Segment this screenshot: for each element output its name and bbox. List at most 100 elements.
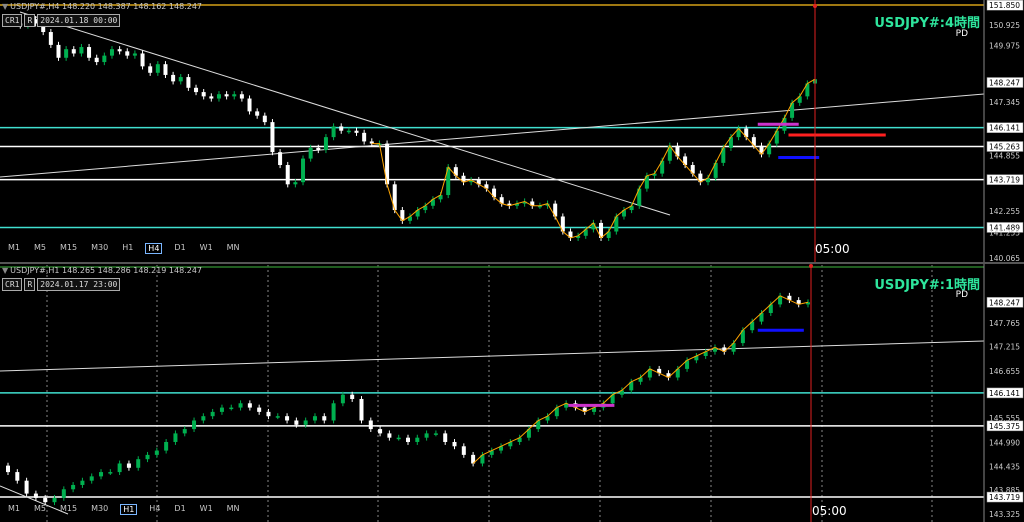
- price-axis-label: 144.990: [989, 438, 1020, 447]
- candle-body: [182, 429, 187, 434]
- tf-m1-button[interactable]: M1: [6, 504, 22, 515]
- tf-d1-button[interactable]: D1: [172, 504, 187, 515]
- candle-body: [178, 77, 183, 82]
- candle-body: [339, 126, 344, 131]
- r-button[interactable]: R: [24, 14, 36, 27]
- h4-chart-panel[interactable]: 151.850 150.925 149.975 148.247 147.345 146.1…: [0, 0, 1024, 262]
- h4-header-text: USDJPY#,H4 148.220 148.387 148.162 148.2…: [10, 2, 202, 11]
- h1-header: ▼ USDJPY#,H1 148.265 148.286 148.219 148.…: [2, 266, 202, 275]
- candle-body: [452, 441, 457, 447]
- candle-body: [210, 411, 215, 417]
- tf-h4-button[interactable]: H4: [145, 243, 163, 254]
- candle-body: [323, 137, 328, 151]
- candle-body: [155, 64, 160, 73]
- candle-body: [94, 57, 99, 63]
- cr1-button[interactable]: CR1: [2, 14, 23, 27]
- tf-m15-button[interactable]: M15: [58, 243, 79, 254]
- date-input[interactable]: 2024.01.18 00:00: [37, 14, 121, 27]
- h1-chart-panel[interactable]: 148.247 147.765 147.215 146.655 146.141 145.5…: [0, 264, 1024, 522]
- candle-body: [331, 126, 336, 138]
- candle-body: [461, 446, 466, 455]
- candle-body: [293, 182, 298, 185]
- price-axis-label: 145.375: [989, 422, 1020, 431]
- candle-body: [443, 433, 448, 442]
- tf-d1-button[interactable]: D1: [172, 243, 187, 254]
- tf-m5-button[interactable]: M5: [32, 504, 48, 515]
- tf-mn-button[interactable]: MN: [225, 504, 242, 515]
- r-button[interactable]: R: [24, 278, 36, 291]
- price-axis-label: 143.719: [989, 493, 1020, 502]
- h4-header: ▼ USDJPY#,H4 148.220 148.387 148.162 148.…: [2, 2, 202, 11]
- price-axis-label: 151.850: [989, 1, 1020, 10]
- h1-chart-canvas[interactable]: 148.247147.765147.215146.655146.141145.5…: [0, 264, 1024, 522]
- candle-body: [316, 147, 321, 151]
- candle-body: [255, 111, 260, 116]
- candle-body: [64, 49, 69, 58]
- tf-m30-button[interactable]: M30: [89, 504, 110, 515]
- candle-body: [387, 433, 392, 438]
- price-axis-label: 143.719: [989, 176, 1020, 185]
- price-axis-label: 144.435: [989, 462, 1020, 471]
- candle-body: [424, 433, 429, 438]
- candle-body: [312, 416, 317, 421]
- tf-h1-button[interactable]: H1: [120, 504, 138, 515]
- candle-body: [6, 465, 10, 473]
- h4-time-label: 05:00: [815, 242, 850, 256]
- candle-body: [396, 437, 401, 440]
- candle-body: [229, 407, 234, 410]
- tf-m15-button[interactable]: M15: [58, 504, 79, 515]
- candle-body: [350, 394, 355, 399]
- candle-body: [87, 47, 92, 58]
- candle-body: [145, 454, 150, 460]
- tf-mn-button[interactable]: MN: [225, 243, 242, 254]
- price-axis-label: 148.247: [989, 298, 1020, 307]
- price-axis-label: 146.655: [989, 367, 1020, 376]
- h1-time-label: 05:00: [812, 504, 847, 518]
- price-axis-label: 146.141: [989, 389, 1020, 398]
- collapse-triangle-icon[interactable]: ▼: [2, 266, 8, 275]
- candle-body: [266, 411, 271, 417]
- h4-chart-canvas[interactable]: 151.850 150.925 149.975 148.247 147.345 146.1…: [0, 0, 1024, 262]
- candle-body: [209, 96, 214, 99]
- tf-h1-button[interactable]: H1: [120, 243, 135, 254]
- tf-m30-button[interactable]: M30: [89, 243, 110, 254]
- tf-m5-button[interactable]: M5: [32, 243, 48, 254]
- price-axis-label: 147.765: [989, 319, 1020, 328]
- candle-body: [102, 55, 107, 63]
- candle-body: [232, 94, 237, 97]
- collapse-triangle-icon[interactable]: ▼: [2, 2, 8, 11]
- tf-w1-button[interactable]: W1: [198, 243, 215, 254]
- candle-body: [173, 433, 178, 442]
- trend-line: [0, 340, 985, 372]
- candle-body: [340, 394, 345, 404]
- candle-body: [239, 94, 244, 99]
- tf-h4-button[interactable]: H4: [147, 504, 162, 515]
- candle-body: [257, 407, 262, 412]
- price-axis-label: 146.141: [989, 124, 1020, 133]
- candle-body: [192, 420, 197, 430]
- price-axis-label: 142.255: [989, 207, 1020, 216]
- candle-body: [61, 489, 66, 498]
- candle-body: [308, 147, 313, 159]
- candle-body: [219, 407, 224, 412]
- h1-toolbar: CR1 R 2024.01.17 23:00: [2, 278, 121, 291]
- date-input[interactable]: 2024.01.17 23:00: [37, 278, 121, 291]
- cr1-button[interactable]: CR1: [2, 278, 23, 291]
- tf-m1-button[interactable]: M1: [6, 243, 22, 254]
- candle-body: [270, 122, 275, 153]
- candle-body: [117, 463, 122, 473]
- candle-body: [52, 497, 57, 503]
- candle-body: [24, 480, 29, 494]
- tf-w1-button[interactable]: W1: [198, 504, 215, 515]
- candle-body: [56, 44, 61, 58]
- price-axis-label: 143.325: [989, 510, 1020, 519]
- candle-body: [201, 416, 206, 421]
- candle-body: [136, 459, 141, 468]
- price-axis-label: 149.975: [989, 41, 1020, 50]
- price-axis-label: 147.215: [989, 343, 1020, 352]
- price-axis-label: 141.255: [989, 228, 1020, 237]
- candle-body: [108, 472, 113, 474]
- candle-body: [285, 165, 290, 185]
- candle-body: [71, 49, 76, 54]
- h1-header-text: USDJPY#,H1 148.265 148.286 148.219 148.2…: [10, 266, 202, 275]
